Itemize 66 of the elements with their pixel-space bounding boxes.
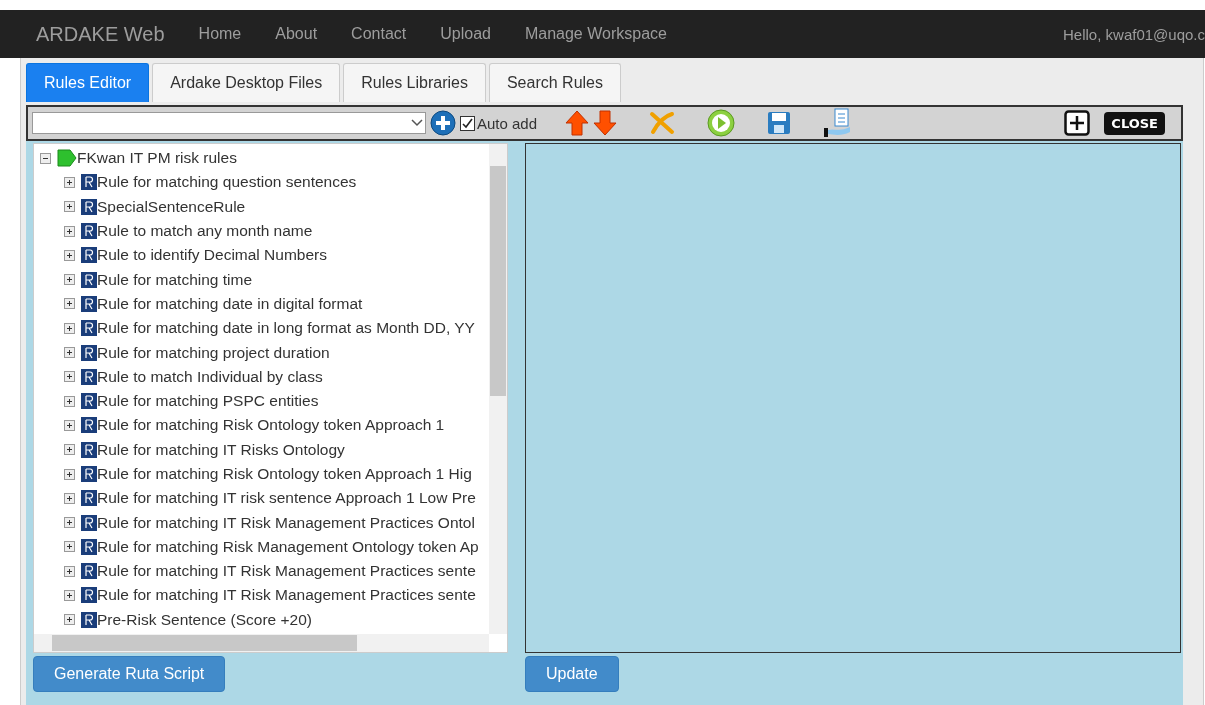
- tab[interactable]: Rules Libraries: [343, 63, 486, 102]
- tree-item-label[interactable]: Rule to match Individual by class: [97, 367, 323, 386]
- chevron-down-icon: [411, 119, 423, 127]
- expand-icon[interactable]: [64, 201, 75, 213]
- tree-item-label[interactable]: Rule for matching Risk Management Ontology token Ap: [97, 537, 479, 556]
- nav-link[interactable]: Home: [198, 25, 242, 43]
- checkbox-label: Auto add: [477, 114, 538, 132]
- expand-icon[interactable]: [64, 565, 75, 577]
- tree-item-label[interactable]: Rule for matching date in long format as Month DD, YY: [97, 319, 475, 338]
- tree-root-label[interactable]: FKwan IT PM risk rules: [77, 149, 237, 168]
- tree-item-label[interactable]: Rule for matching IT Risk Management Practices sente: [97, 586, 476, 605]
- nav-link[interactable]: Manage Workspace: [524, 25, 667, 43]
- tab[interactable]: Search Rules: [488, 63, 621, 102]
- tree-item-label[interactable]: SpecialSentenceRule: [97, 197, 246, 216]
- vertical-scrollbar[interactable]: [489, 144, 507, 634]
- add-icon[interactable]: [430, 110, 456, 136]
- tree-item-label[interactable]: Rule for matching project duration: [97, 343, 330, 362]
- generate-button[interactable]: Generate Ruta Script: [33, 656, 226, 692]
- tree-item-label[interactable]: Pre-Risk Sentence (Score +20): [97, 610, 312, 629]
- expand-icon[interactable]: [64, 176, 75, 188]
- expand-icon[interactable]: [64, 541, 75, 553]
- save-icon[interactable]: [767, 111, 792, 135]
- tree-item-label[interactable]: Rule for matching Risk Ontology token Approach 1 Hig: [97, 465, 472, 483]
- expand-icon[interactable]: [64, 249, 75, 261]
- greeting-link[interactable]: Hello, kwaf01@uqo.c: [1063, 25, 1205, 43]
- collapse-icon[interactable]: [40, 152, 51, 164]
- brand-title[interactable]: ARDAKE Web: [36, 22, 165, 46]
- expand-icon[interactable]: [64, 468, 75, 480]
- tree-item-label[interactable]: Rule for matching IT Risks Ontology: [97, 440, 345, 459]
- tree-item-label[interactable]: Rule for matching Risk Ontology token Approach 1: [97, 416, 445, 435]
- play-icon[interactable]: [707, 109, 736, 137]
- expand-icon[interactable]: [64, 590, 75, 601]
- expand-icon[interactable]: [64, 395, 75, 407]
- tree-item-label[interactable]: Rule for matching question sentences: [97, 173, 357, 192]
- nav-link[interactable]: Upload: [440, 25, 491, 43]
- tab[interactable]: Ardake Desktop Files: [152, 63, 341, 102]
- nav-link[interactable]: Contact: [351, 25, 407, 43]
- expand-icon[interactable]: [64, 274, 75, 286]
- expand-icon[interactable]: [64, 614, 75, 626]
- tree-item-label[interactable]: Rule to identify Decimal Numbers: [97, 246, 327, 265]
- expand-icon[interactable]: [1064, 110, 1091, 136]
- tree-item-label[interactable]: Rule for matching time: [97, 270, 253, 289]
- expand-icon[interactable]: [64, 298, 75, 310]
- close-button[interactable]: CLOSE: [1104, 111, 1165, 135]
- tree-item-label[interactable]: Rule to match any month name: [97, 222, 313, 241]
- tree-item-label[interactable]: Rule for matching PSPC entities: [97, 392, 319, 411]
- down-arrow-icon[interactable]: [593, 110, 618, 136]
- nav-link[interactable]: About: [275, 25, 318, 43]
- expand-icon[interactable]: [64, 371, 75, 383]
- update-button[interactable]: Update: [525, 656, 619, 692]
- tree-item-label[interactable]: Rule for matching IT Risk Management Practices sente: [97, 562, 476, 581]
- up-arrow-icon[interactable]: [565, 110, 590, 136]
- expand-icon[interactable]: [64, 419, 75, 431]
- tag-icon: [57, 148, 77, 169]
- tree-item-label[interactable]: Rule for matching date in digital format: [97, 294, 363, 313]
- expand-icon[interactable]: [64, 347, 75, 358]
- tree-item-label[interactable]: Rule for matching IT Risk Management Practices Ontol: [97, 513, 475, 532]
- expand-icon[interactable]: [64, 322, 75, 334]
- expand-icon[interactable]: [64, 225, 75, 237]
- horizontal-scrollbar[interactable]: [34, 634, 489, 652]
- expand-icon[interactable]: [64, 492, 75, 504]
- expand-icon[interactable]: [64, 444, 75, 456]
- expand-icon[interactable]: [64, 517, 75, 529]
- tab[interactable]: Rules Editor: [26, 63, 150, 102]
- tree-item-label[interactable]: Rule for matching IT risk sentence Approach 1 Low Pre: [97, 489, 476, 508]
- checkbox[interactable]: [460, 115, 475, 131]
